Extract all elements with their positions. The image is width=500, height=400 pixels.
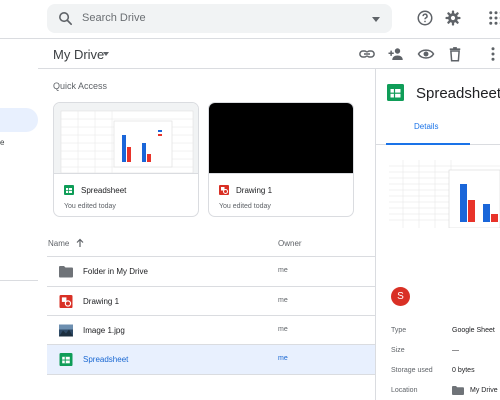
quick-access-card-spreadsheet[interactable]: Spreadsheet You edited today xyxy=(53,102,199,217)
link-icon[interactable] xyxy=(358,45,376,63)
drawing-thumbnail xyxy=(209,103,353,173)
file-owner: me xyxy=(278,326,288,333)
file-name: Image 1.jpg xyxy=(83,326,125,335)
sheets-icon xyxy=(64,185,74,195)
search-placeholder: Search Drive xyxy=(82,12,146,24)
table-row[interactable]: Folder in My Drive me xyxy=(47,257,375,286)
table-row[interactable]: Image 1.jpg me xyxy=(47,316,375,345)
property-value-size: — xyxy=(452,347,459,354)
eye-icon[interactable] xyxy=(417,45,435,63)
property-label-location: Location xyxy=(391,387,418,394)
drive-window: Search Drive e My Drive Quick Access Spr… xyxy=(0,0,500,400)
spreadsheet-thumbnail xyxy=(54,103,198,173)
property-label-type: Type xyxy=(391,327,407,334)
card-title: Drawing 1 xyxy=(236,186,273,195)
property-value-location[interactable]: My Drive xyxy=(470,387,498,394)
help-icon[interactable] xyxy=(416,9,434,27)
file-name: Drawing 1 xyxy=(83,297,120,306)
quick-access-title: Quick Access xyxy=(53,81,108,91)
search-options-icon[interactable] xyxy=(372,17,380,22)
top-bar: Search Drive xyxy=(0,0,500,38)
add-person-icon[interactable] xyxy=(387,45,405,63)
tab-details-underline xyxy=(386,143,470,145)
card-divider xyxy=(54,173,198,174)
drawing-icon xyxy=(219,185,229,195)
sheets-icon xyxy=(59,353,73,366)
folder-icon xyxy=(452,386,464,395)
chevron-down-icon[interactable] xyxy=(103,52,109,56)
header-divider xyxy=(38,68,500,69)
property-value-type: Google Sheet xyxy=(452,327,495,334)
drawing-icon xyxy=(59,295,73,308)
file-owner: me xyxy=(278,267,288,274)
file-owner: me xyxy=(278,297,288,304)
sidebar-divider xyxy=(0,280,38,281)
search-box[interactable]: Search Drive xyxy=(47,4,392,33)
column-header-owner[interactable]: Owner xyxy=(278,239,302,248)
file-name: Folder in My Drive xyxy=(83,267,148,276)
details-panel-divider xyxy=(375,68,376,400)
search-icon[interactable] xyxy=(57,10,74,27)
page-title[interactable]: My Drive xyxy=(53,47,104,62)
top-divider xyxy=(0,38,500,39)
sidebar-item-label[interactable]: e xyxy=(0,138,4,147)
quick-access-card-drawing[interactable]: Drawing 1 You edited today xyxy=(208,102,354,217)
sort-arrow-up-icon[interactable] xyxy=(75,238,85,248)
card-title: Spreadsheet xyxy=(81,186,127,195)
card-divider xyxy=(209,173,353,174)
property-value-storage: 0 bytes xyxy=(452,367,475,374)
card-subtitle: You edited today xyxy=(64,203,116,210)
gear-icon[interactable] xyxy=(444,9,462,27)
list-divider xyxy=(47,374,375,375)
folder-icon xyxy=(59,266,73,278)
trash-icon[interactable] xyxy=(446,45,464,63)
table-row[interactable]: Drawing 1 me xyxy=(47,287,375,316)
more-vert-icon[interactable] xyxy=(484,45,500,63)
card-subtitle: You edited today xyxy=(219,203,271,210)
tab-details[interactable]: Details xyxy=(414,122,438,131)
column-header-name[interactable]: Name xyxy=(48,239,69,248)
file-name: Spreadsheet xyxy=(83,355,129,364)
sidebar-item-my-drive[interactable] xyxy=(0,108,38,132)
apps-grid-icon[interactable] xyxy=(487,9,500,27)
property-label-storage: Storage used xyxy=(391,367,433,374)
details-preview-thumbnail xyxy=(389,160,500,228)
table-row-selected[interactable]: Spreadsheet me xyxy=(47,345,375,374)
property-label-size: Size xyxy=(391,347,405,354)
details-title: Spreadsheet xyxy=(416,85,500,102)
image-icon xyxy=(59,324,73,337)
sheets-icon xyxy=(387,84,404,101)
file-owner: me xyxy=(278,355,288,362)
avatar[interactable]: S xyxy=(391,287,410,306)
